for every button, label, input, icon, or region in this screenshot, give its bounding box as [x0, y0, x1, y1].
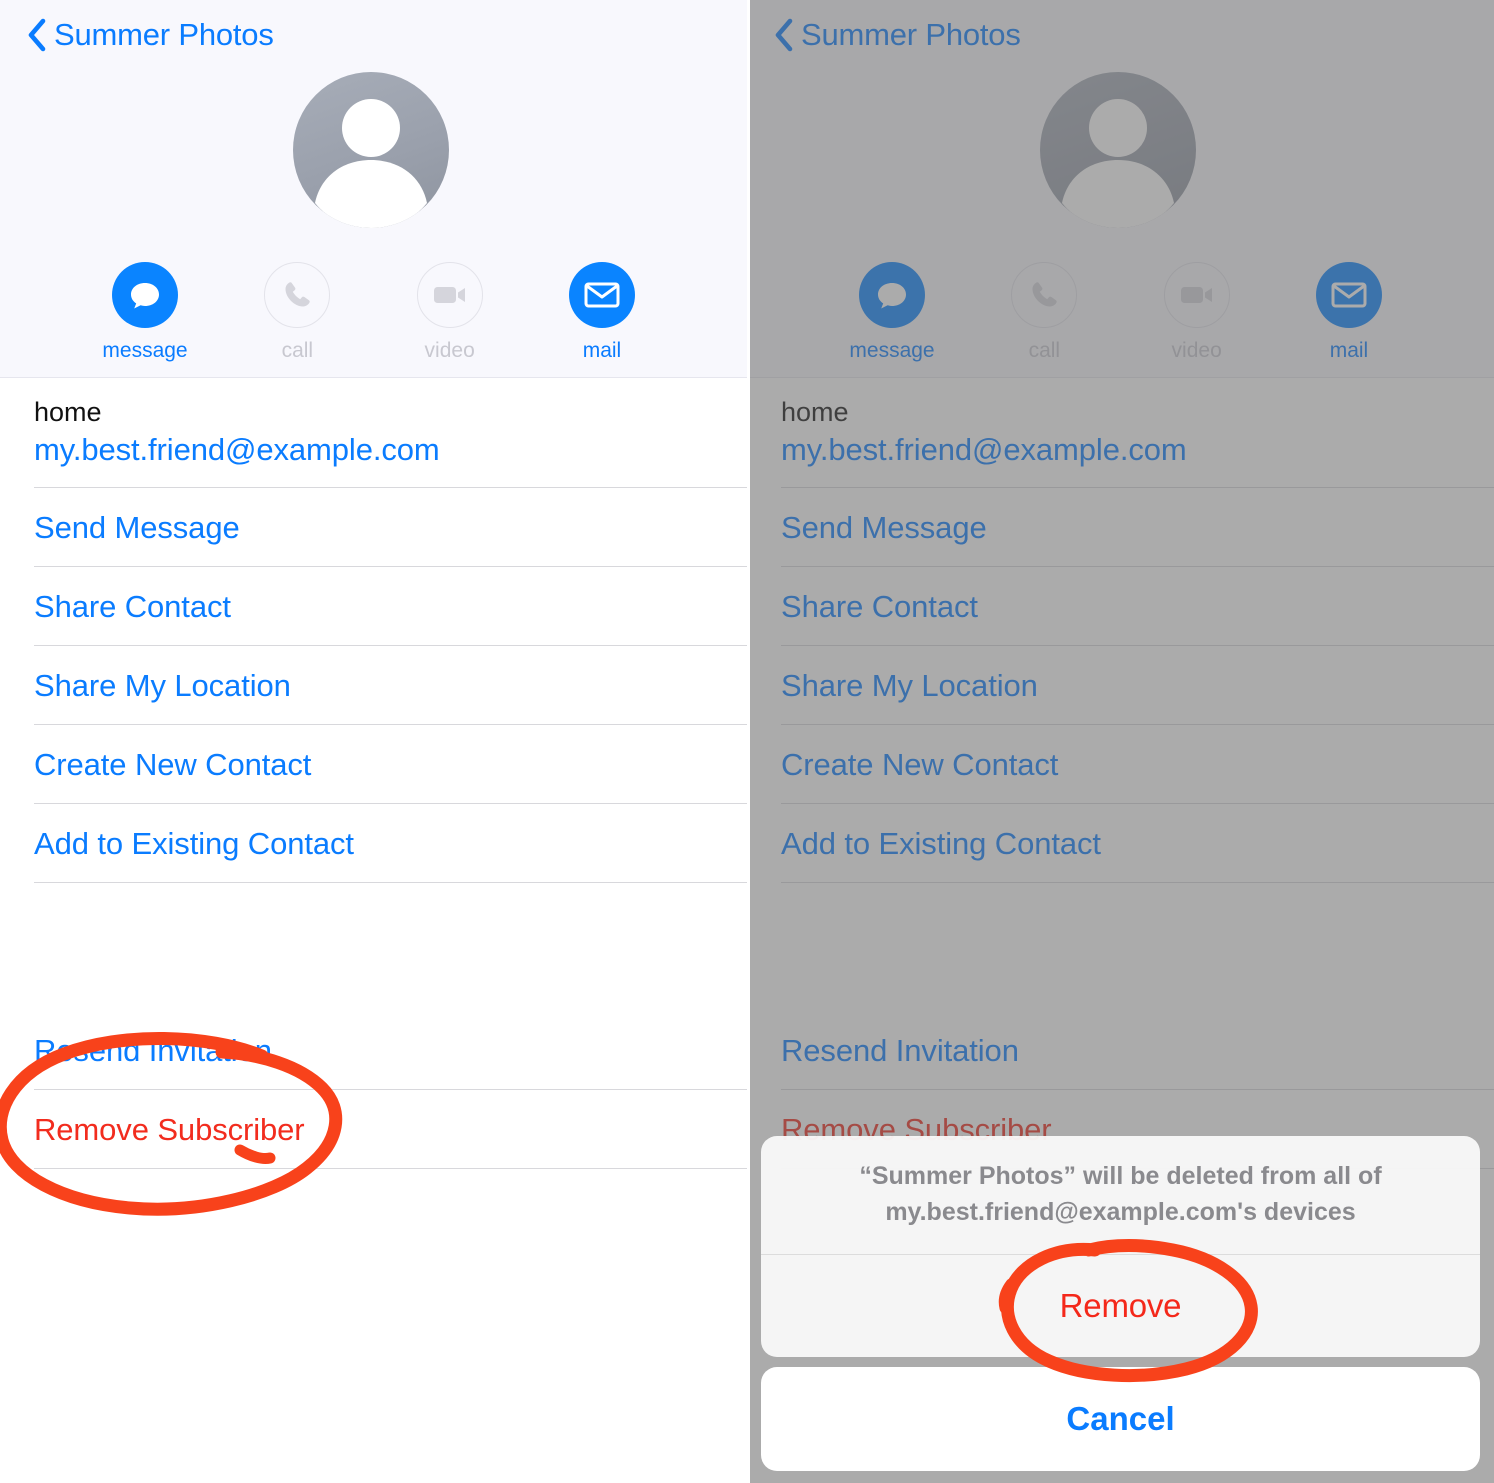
email-value: my.best.friend@example.com: [781, 432, 1187, 467]
list-item-label: Share Contact: [34, 588, 231, 624]
email-row[interactable]: home my.best.friend@example.com: [0, 378, 747, 488]
chevron-left-icon: [775, 18, 793, 52]
row-divider: [34, 1168, 747, 1169]
list-item-label: Send Message: [34, 509, 240, 545]
action-call: call: [1009, 262, 1079, 362]
cancel-button[interactable]: Cancel: [761, 1367, 1480, 1471]
email-label: home: [34, 397, 102, 427]
email-value: my.best.friend@example.com: [34, 432, 440, 467]
list-item-share-contact[interactable]: Share Contact: [0, 567, 747, 646]
list-item-remove-subscriber[interactable]: Remove Subscriber: [0, 1090, 747, 1169]
action-sheet-message-line-2: my.best.friend@example.com's devices: [885, 1198, 1356, 1226]
row-divider: [34, 882, 747, 883]
list-section-gap: [0, 883, 747, 1011]
action-message: message: [849, 262, 935, 362]
person-placeholder-avatar-icon: [315, 99, 427, 228]
list-item-share-contact: Share Contact: [747, 567, 1494, 646]
action-sheet: “Summer Photos” will be deleted from all…: [761, 1136, 1480, 1483]
phone-icon: [264, 262, 331, 328]
action-video-label: video: [1171, 339, 1222, 362]
action-sheet-message: “Summer Photos” will be deleted from all…: [761, 1136, 1480, 1255]
screenshot-stage: Summer Photos message call video mail ho…: [0, 0, 1494, 1483]
action-sheet-group: “Summer Photos” will be deleted from all…: [761, 1136, 1480, 1357]
contact-detail-list: home my.best.friend@example.com Send Mes…: [747, 378, 1494, 1169]
envelope-icon: [1315, 262, 1382, 328]
contact-detail-list: home my.best.friend@example.com Send Mes…: [0, 378, 747, 1169]
action-video[interactable]: video: [415, 262, 485, 362]
list-item-label: Share Contact: [781, 588, 978, 624]
list-item-create-new-contact[interactable]: Create New Contact: [0, 725, 747, 804]
action-video-label: video: [424, 339, 475, 362]
envelope-icon: [568, 262, 635, 328]
video-camera-icon: [416, 262, 483, 328]
list-item-resend-invitation[interactable]: Resend Invitation: [0, 1011, 747, 1090]
back-button[interactable]: Summer Photos: [26, 18, 274, 52]
message-bubble-icon: [859, 262, 925, 328]
back-button[interactable]: Summer Photos: [773, 18, 1021, 52]
action-sheet-message-line-1: “Summer Photos” will be deleted from all…: [859, 1162, 1382, 1190]
avatar: [1040, 72, 1196, 228]
action-call-label: call: [281, 339, 314, 362]
list-item-add-to-existing-contact[interactable]: Add to Existing Contact: [0, 804, 747, 883]
list-item-add-to-existing-contact: Add to Existing Contact: [747, 804, 1494, 883]
list-section-gap: [747, 883, 1494, 1011]
action-message-label: message: [849, 339, 935, 362]
back-button-label: Summer Photos: [54, 17, 274, 52]
list-item-label: Remove Subscriber: [34, 1111, 305, 1147]
list-item-share-my-location: Share My Location: [747, 646, 1494, 725]
email-row: home my.best.friend@example.com: [747, 378, 1494, 488]
left-panel-contact-sheet: Summer Photos message call video mail ho…: [0, 0, 747, 1483]
chevron-left-icon: [28, 18, 46, 52]
list-item-label: Share My Location: [781, 667, 1038, 703]
avatar: [293, 72, 449, 228]
list-item-create-new-contact: Create New Contact: [747, 725, 1494, 804]
message-bubble-icon: [112, 262, 178, 328]
action-message-label: message: [102, 339, 188, 362]
contact-header: Summer Photos message call video mail: [0, 0, 747, 378]
video-camera-icon: [1163, 262, 1230, 328]
back-button-label: Summer Photos: [801, 17, 1021, 52]
list-item-label: Share My Location: [34, 667, 291, 703]
list-item-send-message: Send Message: [747, 488, 1494, 567]
action-call-label: call: [1028, 339, 1061, 362]
action-mail[interactable]: mail: [567, 262, 637, 362]
list-item-share-my-location[interactable]: Share My Location: [0, 646, 747, 725]
list-item-label: Add to Existing Contact: [34, 825, 354, 861]
contact-header: Summer Photos message call video mail: [747, 0, 1494, 378]
list-item-label: Resend Invitation: [781, 1032, 1019, 1068]
action-mail-label: mail: [582, 339, 622, 362]
email-label: home: [781, 397, 849, 427]
contact-action-row: message call video mail: [102, 262, 637, 362]
panel-gutter: [747, 0, 750, 1483]
action-video: video: [1162, 262, 1232, 362]
action-mail: mail: [1314, 262, 1384, 362]
list-item-label: Send Message: [781, 509, 987, 545]
list-item-label: Add to Existing Contact: [781, 825, 1101, 861]
action-mail-label: mail: [1329, 339, 1369, 362]
contact-action-row: message call video mail: [849, 262, 1384, 362]
action-message[interactable]: message: [102, 262, 188, 362]
list-item-resend-invitation: Resend Invitation: [747, 1011, 1494, 1090]
list-item-label: Create New Contact: [781, 746, 1059, 782]
right-panel-confirm-sheet: Summer Photos message call video mail ho…: [747, 0, 1494, 1483]
list-item-label: Create New Contact: [34, 746, 312, 782]
row-divider: [781, 882, 1494, 883]
remove-button[interactable]: Remove: [761, 1255, 1480, 1357]
list-item-label: Resend Invitation: [34, 1032, 272, 1068]
action-call[interactable]: call: [262, 262, 332, 362]
list-item-send-message[interactable]: Send Message: [0, 488, 747, 567]
person-placeholder-avatar-icon: [1062, 99, 1174, 228]
phone-icon: [1011, 262, 1078, 328]
